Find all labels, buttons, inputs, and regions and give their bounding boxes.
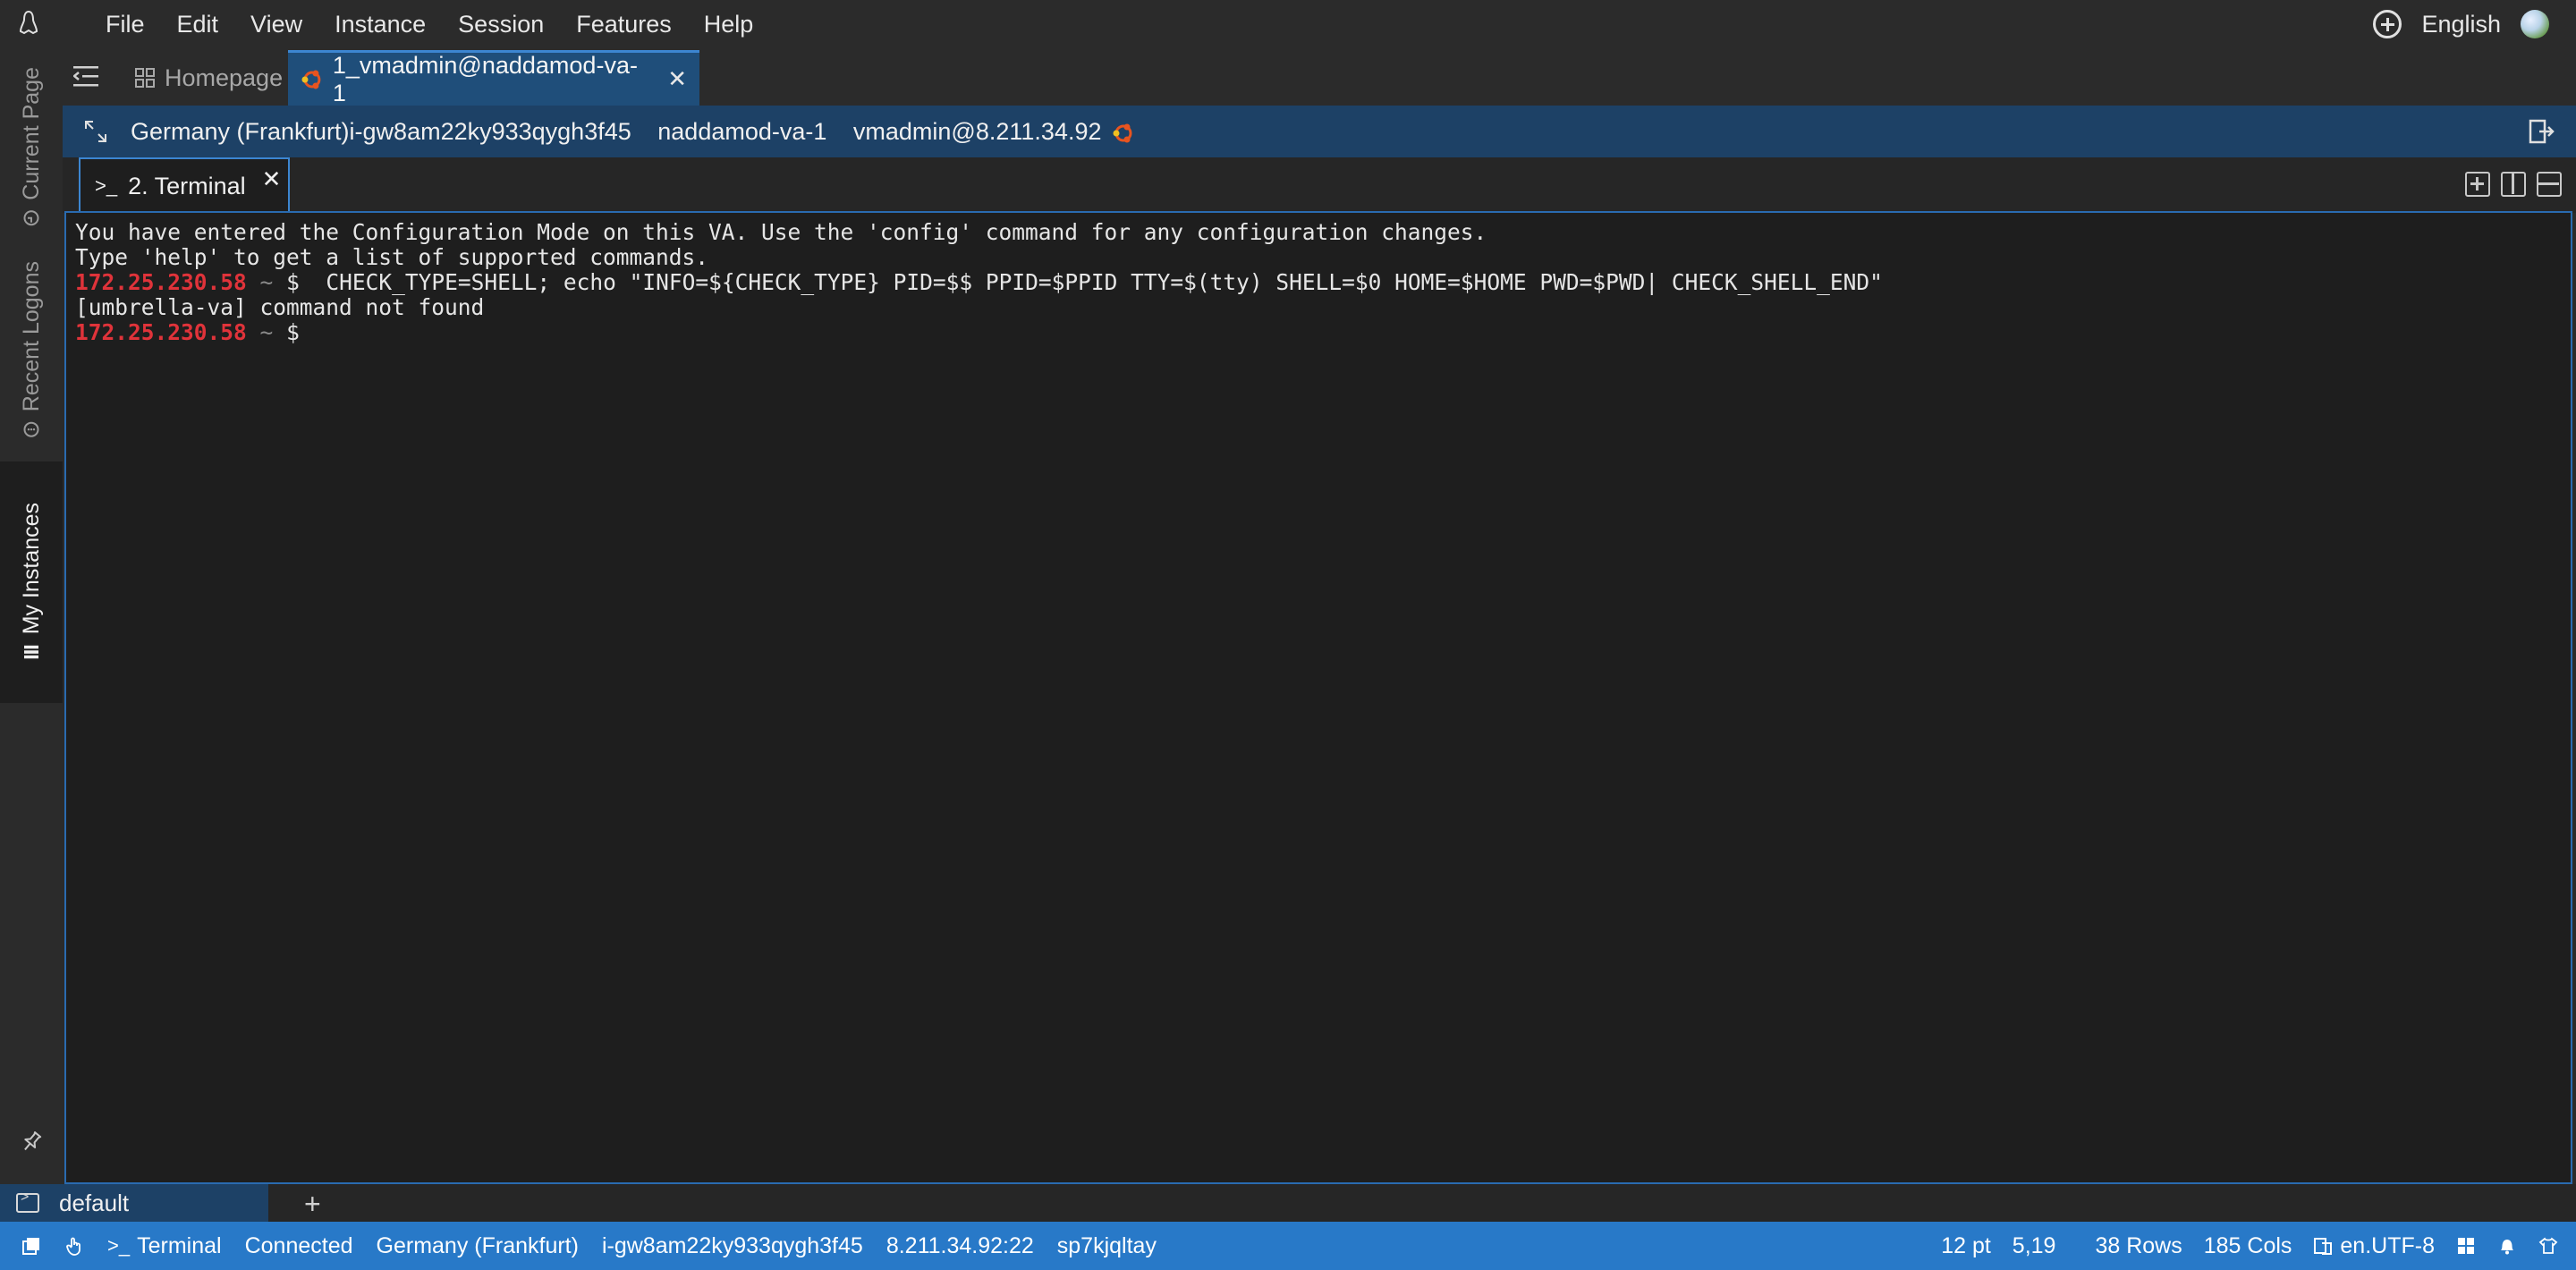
sidebar-tab-label: Recent Logons: [18, 261, 44, 412]
terminal-line: [umbrella-va] command not found: [75, 294, 485, 320]
status-encoding-label: en.UTF-8: [2340, 1232, 2435, 1258]
user-host: vmadmin@8.211.34.92: [852, 118, 1102, 145]
status-connection: Connected: [244, 1232, 353, 1258]
status-instance-id: i-gw8am22ky933qygh3f45: [601, 1232, 863, 1258]
prompt-tilde: ~: [259, 269, 274, 295]
split-vertical-icon[interactable]: [2501, 172, 2526, 197]
prompt-ip: 172.25.230.58: [75, 319, 247, 345]
bell-icon[interactable]: [2497, 1236, 2517, 1256]
region-instance: Germany (Frankfurt)i-gw8am22ky933qygh3f4…: [131, 118, 631, 145]
penguin-logo-icon[interactable]: [16, 9, 41, 38]
status-encoding[interactable]: en.UTF-8: [2313, 1233, 2435, 1259]
menu-instance[interactable]: Instance: [318, 0, 442, 48]
status-terminal-label: Terminal: [137, 1232, 222, 1258]
new-pane-icon[interactable]: [2465, 172, 2490, 197]
session-default[interactable]: default: [0, 1184, 268, 1222]
terminal-prompt-icon: >_: [107, 1234, 131, 1257]
tab-homepage[interactable]: Homepage: [122, 50, 295, 106]
prompt-ip: 172.25.230.58: [75, 269, 247, 295]
terminal-output[interactable]: You have entered the Configuration Mode …: [64, 211, 2572, 1184]
connection-info-bar: Germany (Frankfurt)i-gw8am22ky933qygh3f4…: [63, 106, 2576, 157]
shirt-icon[interactable]: [2538, 1236, 2558, 1256]
status-rows: 38 Rows: [2095, 1232, 2182, 1258]
tab-terminal[interactable]: >_ 2. Terminal ✕: [79, 157, 290, 213]
language-selector[interactable]: English: [2421, 11, 2501, 38]
prompt-dollar: $: [286, 269, 300, 295]
menu-features[interactable]: Features: [560, 0, 688, 48]
copy-icon[interactable]: [21, 1236, 41, 1256]
prompt-tilde: ~: [259, 319, 274, 345]
sidebar-tab-current-page[interactable]: Current Page: [0, 57, 63, 236]
add-circle-icon[interactable]: [2373, 10, 2402, 38]
menu-edit[interactable]: Edit: [161, 0, 235, 48]
status-cols: 185 Cols: [2203, 1232, 2292, 1258]
status-region: Germany (Frankfurt): [376, 1232, 579, 1258]
menu-view[interactable]: View: [234, 0, 318, 48]
terminal-prompt-icon: >_: [95, 174, 118, 197]
status-font-size[interactable]: 12 pt: [1941, 1233, 1991, 1259]
session-name: default: [59, 1189, 130, 1216]
tab-label: Homepage: [165, 64, 284, 91]
sidebar-tab-my-instances[interactable]: My Instances: [0, 461, 63, 703]
tabs-row: Homepage 1_vmadmin@naddamod-va-1 ✕: [63, 50, 2576, 106]
status-cursor: 5,19: [2012, 1232, 2056, 1258]
menu-session[interactable]: Session: [442, 0, 560, 48]
tab-label: 2. Terminal: [128, 172, 246, 199]
layout-grid-icon[interactable]: [2456, 1236, 2476, 1256]
status-address: 8.211.34.92:22: [886, 1232, 1034, 1258]
session-bar: default +: [0, 1184, 2576, 1222]
ubuntu-icon: [301, 70, 321, 89]
menu-help[interactable]: Help: [688, 0, 770, 48]
server-list-icon: [24, 646, 38, 659]
left-sidebar: Current Page Recent Logons My Instances: [0, 48, 63, 1184]
terminal-icon: [16, 1190, 39, 1213]
hand-pointer-icon[interactable]: [64, 1236, 84, 1256]
sidebar-tab-recent-logons[interactable]: Recent Logons: [0, 250, 63, 451]
terminal-line: You have entered the Configuration Mode …: [75, 219, 1487, 245]
add-session-button[interactable]: +: [304, 1188, 321, 1221]
hostname: naddamod-va-1: [657, 118, 827, 145]
tab-label: 1_vmadmin@naddamod-va-1: [332, 51, 638, 106]
encoding-icon: [2314, 1238, 2333, 1255]
menu-bar: File Edit View Instance Session Features…: [0, 0, 2576, 48]
prompt-dollar: $: [286, 319, 300, 345]
command-text: CHECK_TYPE=SHELL; echo "INFO=${CHECK_TYP…: [299, 269, 1883, 295]
fullscreen-icon[interactable]: [84, 120, 107, 143]
sidebar-tab-label: Current Page: [18, 66, 44, 200]
ubuntu-icon: [1113, 123, 1132, 143]
status-bar: >_ Terminal Connected Germany (Frankfurt…: [0, 1222, 2576, 1270]
grid-icon: [135, 68, 155, 88]
close-tab-icon[interactable]: ✕: [262, 165, 282, 193]
sidebar-tab-label: My Instances: [18, 503, 44, 635]
clock-icon: [23, 209, 39, 225]
terminal-line: Type 'help' to get a list of supported c…: [75, 244, 709, 270]
connection-details: Germany (Frankfurt)i-gw8am22ky933qygh3f4…: [131, 106, 1135, 157]
disconnect-icon[interactable]: [2528, 118, 2555, 145]
split-horizontal-icon[interactable]: [2537, 172, 2562, 197]
tab-session[interactable]: 1_vmadmin@naddamod-va-1 ✕: [288, 50, 699, 106]
menu-file[interactable]: File: [89, 0, 161, 48]
close-tab-icon[interactable]: ✕: [667, 65, 687, 93]
status-session-id: sp7kjqltay: [1056, 1232, 1157, 1258]
pin-icon[interactable]: [18, 1129, 45, 1156]
avatar[interactable]: [2521, 10, 2549, 38]
collapse-sidebar-icon[interactable]: [73, 64, 98, 88]
terminal-line: 172.25.230.58 ~ $ CHECK_TYPE=SHELL; echo…: [75, 270, 2562, 295]
status-terminal[interactable]: >_ Terminal: [107, 1233, 222, 1259]
terminal-tab-strip: >_ 2. Terminal ✕: [63, 157, 2576, 213]
terminal-line: 172.25.230.58 ~ $: [75, 320, 2562, 345]
history-icon: [23, 422, 39, 438]
